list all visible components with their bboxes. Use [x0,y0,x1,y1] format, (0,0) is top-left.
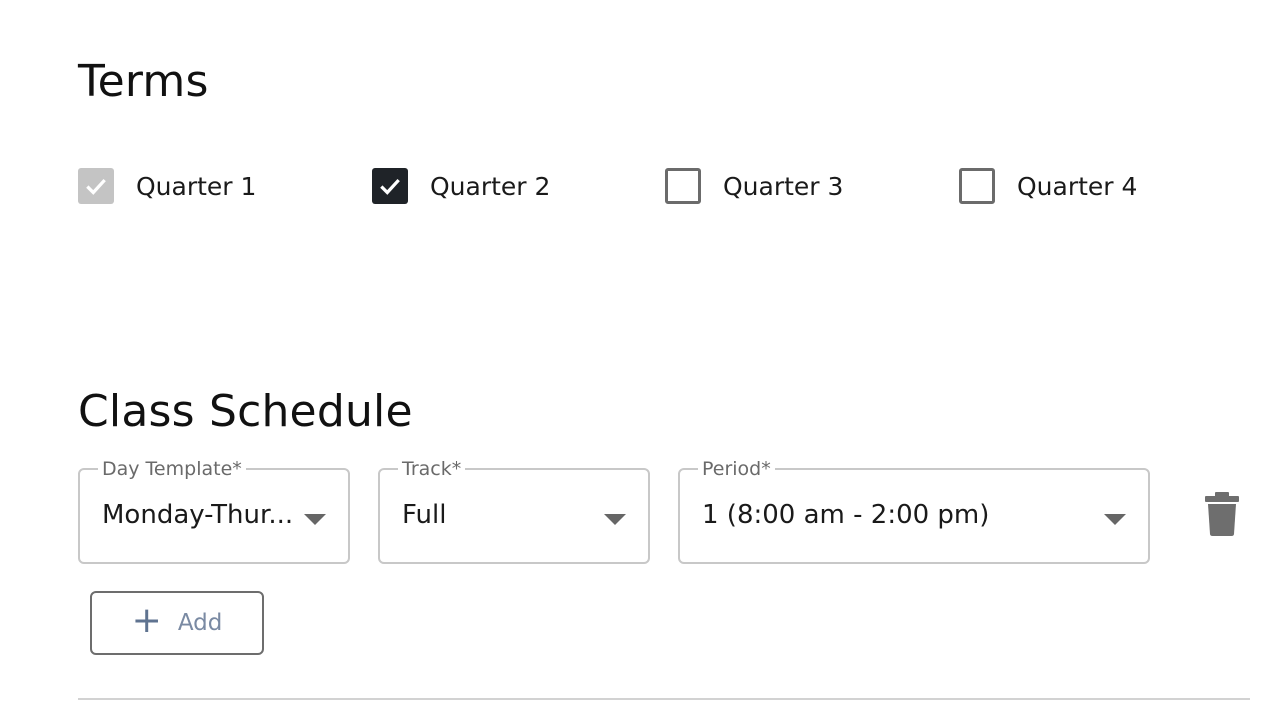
period-select[interactable]: Period* 1 (8:00 am - 2:00 pm) [678,458,1150,564]
track-select[interactable]: Track* Full [378,458,650,564]
term-quarter-4[interactable]: Quarter 4 [959,166,1137,206]
day-template-value: Monday-Thur... [102,500,294,530]
track-value: Full [402,500,447,530]
divider [78,698,1250,700]
period-value: 1 (8:00 am - 2:00 pm) [702,500,990,530]
checkbox-quarter-3[interactable] [665,168,701,204]
term-quarter-1: Quarter 1 [78,166,256,206]
terms-title: Terms [78,56,209,107]
checkbox-quarter-2[interactable] [372,168,408,204]
add-button[interactable]: + Add [90,591,264,655]
plus-icon: + [131,600,162,641]
checkbox-quarter-4[interactable] [959,168,995,204]
terms-checkbox-group: Quarter 1 Quarter 2 Quarter 3 Quarter 4 [78,166,1238,206]
day-template-select[interactable]: Day Template* Monday-Thur... [78,458,350,564]
check-icon [86,178,106,195]
checkbox-label: Quarter 3 [723,171,844,201]
checkbox-label: Quarter 2 [430,171,551,201]
trash-icon[interactable] [1200,490,1244,538]
checkbox-label: Quarter 4 [1017,171,1138,201]
caret-down-icon [604,514,626,525]
day-template-label: Day Template* [98,458,246,480]
term-quarter-2[interactable]: Quarter 2 [372,166,550,206]
term-quarter-3[interactable]: Quarter 3 [665,166,843,206]
caret-down-icon [1104,514,1126,525]
page: Terms Quarter 1 Quarter 2 Quarter 3 Quar… [0,0,1274,716]
checkbox-quarter-1 [78,168,114,204]
track-label: Track* [398,458,466,480]
checkbox-label: Quarter 1 [136,171,257,201]
add-button-label: Add [177,610,223,636]
period-label: Period* [698,458,775,480]
check-icon [380,178,400,195]
class-schedule-title: Class Schedule [78,386,413,437]
caret-down-icon [304,514,326,525]
